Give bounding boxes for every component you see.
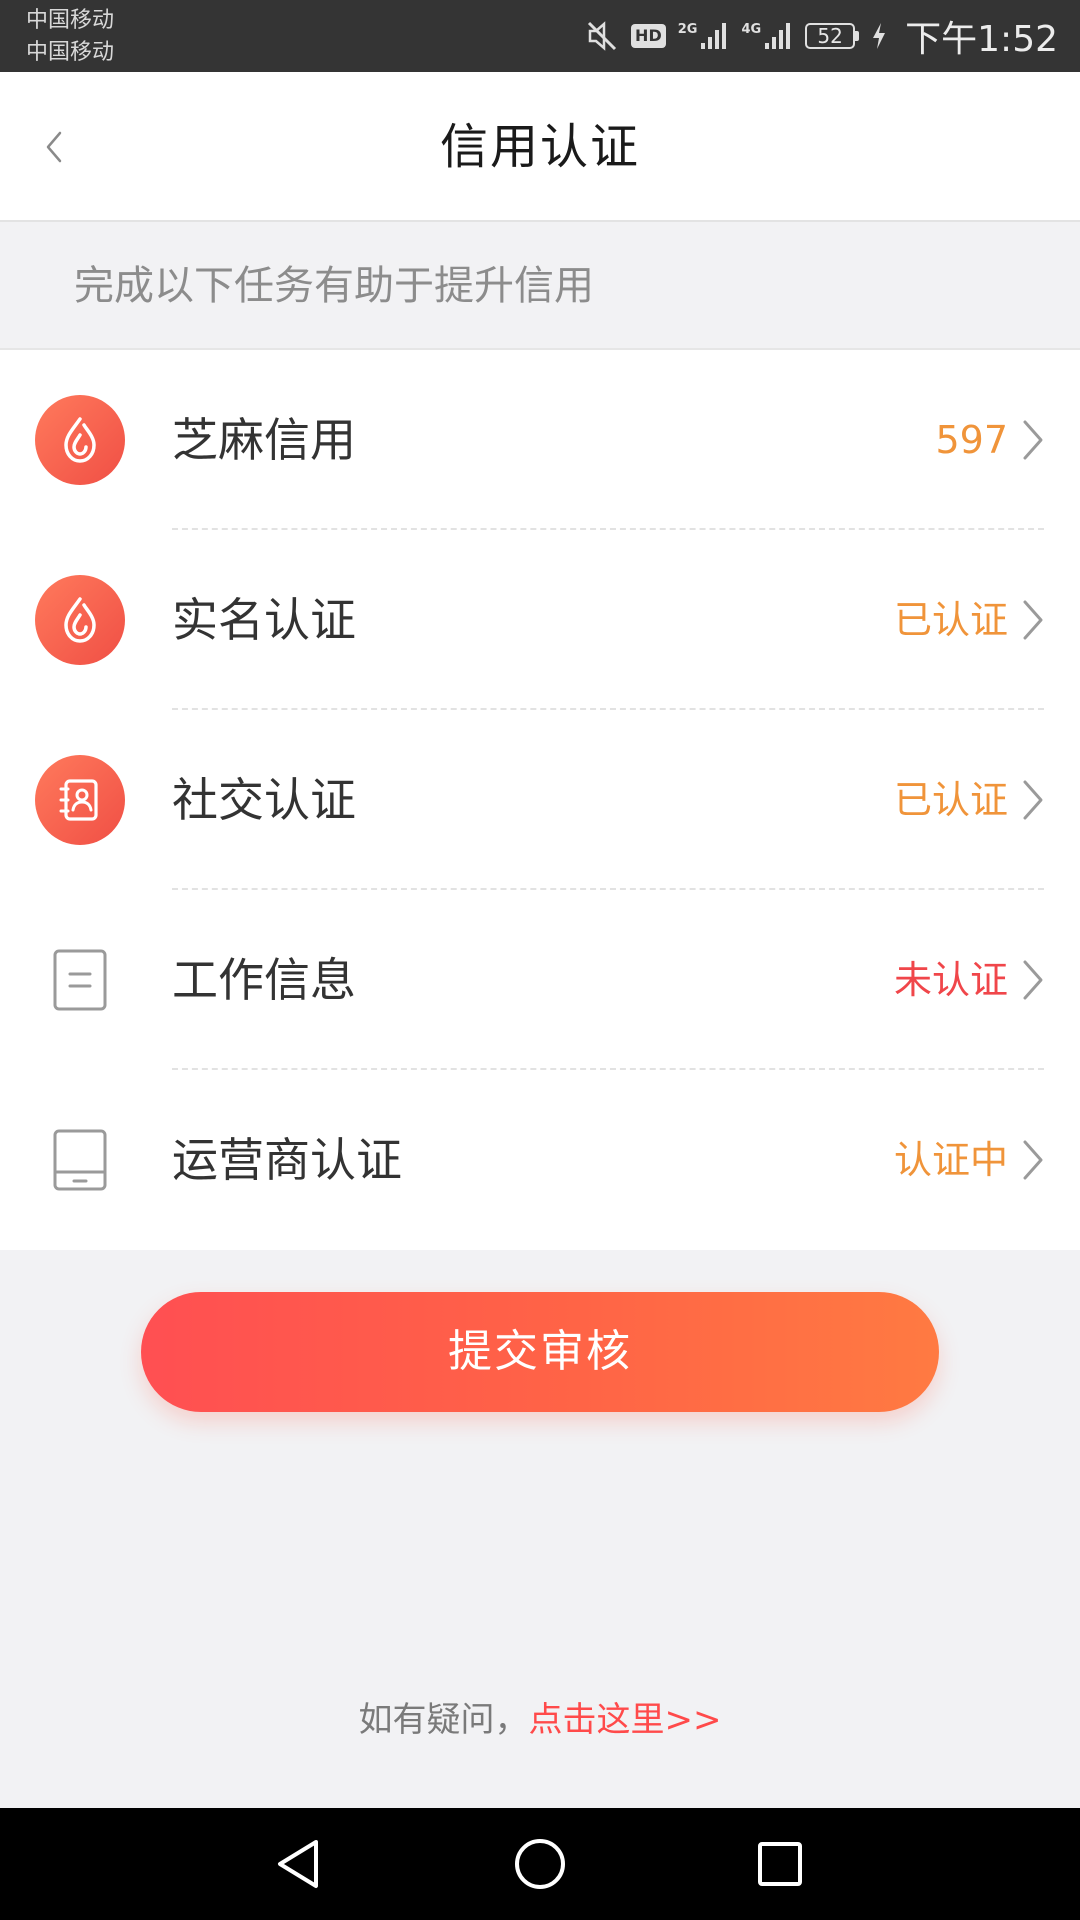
- clock: 下午1:52: [905, 19, 1058, 60]
- submit-review-button[interactable]: 提交审核: [141, 1292, 939, 1412]
- item-status: 认证中: [893, 1138, 1008, 1182]
- contact-book-icon: [35, 755, 125, 845]
- hd-badge: HD: [631, 24, 666, 48]
- page-title: 信用认证: [439, 119, 640, 175]
- battery-tip: [855, 31, 860, 41]
- nav-recents-button[interactable]: [744, 1828, 816, 1900]
- network-4g-label: 4G: [741, 21, 762, 37]
- sesame-drop-icon: [35, 575, 125, 665]
- credit-task-list: 芝麻信用 597 实名认证 已认证 社交认证 已认证 工作信息 未认证 运营商认…: [0, 350, 1080, 1250]
- item-label: 运营商认证: [172, 1133, 402, 1187]
- system-nav-bar: [0, 1808, 1080, 1920]
- list-item-work-info[interactable]: 工作信息 未认证: [0, 890, 1080, 1070]
- signal-icon: [701, 23, 727, 49]
- chevron-right-icon: [1023, 960, 1043, 1000]
- recents-square-icon: [758, 1842, 802, 1886]
- app-header: 信用认证: [0, 72, 1080, 222]
- item-icon-wrap: [35, 1115, 125, 1205]
- item-status: 已认证: [893, 598, 1008, 642]
- carrier-label-1: 中国移动: [26, 8, 115, 33]
- status-bar: 中国移动 中国移动 HD 2G 4G 52 下午1:52: [0, 0, 1080, 72]
- network-2g-label: 2G: [677, 21, 698, 37]
- help-link[interactable]: 点击这里>>: [529, 1700, 722, 1740]
- list-item-real-name[interactable]: 实名认证 已认证: [0, 530, 1080, 710]
- item-label: 工作信息: [172, 953, 356, 1007]
- item-label: 芝麻信用: [172, 413, 356, 467]
- item-label: 实名认证: [172, 593, 356, 647]
- item-icon-wrap: [35, 935, 125, 1025]
- signal-icon-2: [765, 23, 791, 49]
- item-status: 已认证: [893, 778, 1008, 822]
- chevron-right-icon: [1023, 600, 1043, 640]
- item-icon-wrap: [35, 575, 125, 665]
- nav-home-button[interactable]: [504, 1828, 576, 1900]
- charging-icon: [873, 23, 886, 49]
- chevron-right-icon: [1023, 780, 1043, 820]
- home-circle-icon: [515, 1839, 565, 1889]
- chevron-left-icon: [46, 131, 62, 163]
- chevron-right-icon: [1023, 1140, 1043, 1180]
- help-line: 如有疑问，点击这里>>: [0, 1690, 1080, 1750]
- carrier-label-2: 中国移动: [26, 40, 115, 65]
- sesame-drop-icon: [35, 395, 125, 485]
- chevron-right-icon: [1023, 420, 1043, 460]
- back-triangle-icon: [278, 1840, 318, 1888]
- mute-icon: [587, 21, 617, 51]
- battery-indicator: 52: [805, 23, 860, 49]
- item-label: 社交认证: [172, 773, 356, 827]
- item-status: 597: [935, 418, 1008, 462]
- list-item-carrier[interactable]: 运营商认证 认证中: [0, 1070, 1080, 1250]
- phone-device-icon: [53, 1129, 107, 1191]
- status-icons: HD 2G 4G 52 下午1:52: [585, 0, 1058, 72]
- list-item-social[interactable]: 社交认证 已认证: [0, 710, 1080, 890]
- help-prefix: 如有疑问，: [358, 1700, 529, 1740]
- item-status: 未认证: [893, 958, 1008, 1002]
- list-item-sesame-credit[interactable]: 芝麻信用 597: [0, 350, 1080, 530]
- nav-back-button[interactable]: [262, 1828, 334, 1900]
- hint-bar: 完成以下任务有助于提升信用: [0, 222, 1080, 350]
- battery-level: 52: [805, 23, 856, 49]
- item-icon-wrap: [35, 755, 125, 845]
- item-icon-wrap: [35, 395, 125, 485]
- back-button[interactable]: [24, 112, 84, 182]
- hint-text: 完成以下任务有助于提升信用: [74, 263, 594, 309]
- document-icon: [53, 949, 107, 1011]
